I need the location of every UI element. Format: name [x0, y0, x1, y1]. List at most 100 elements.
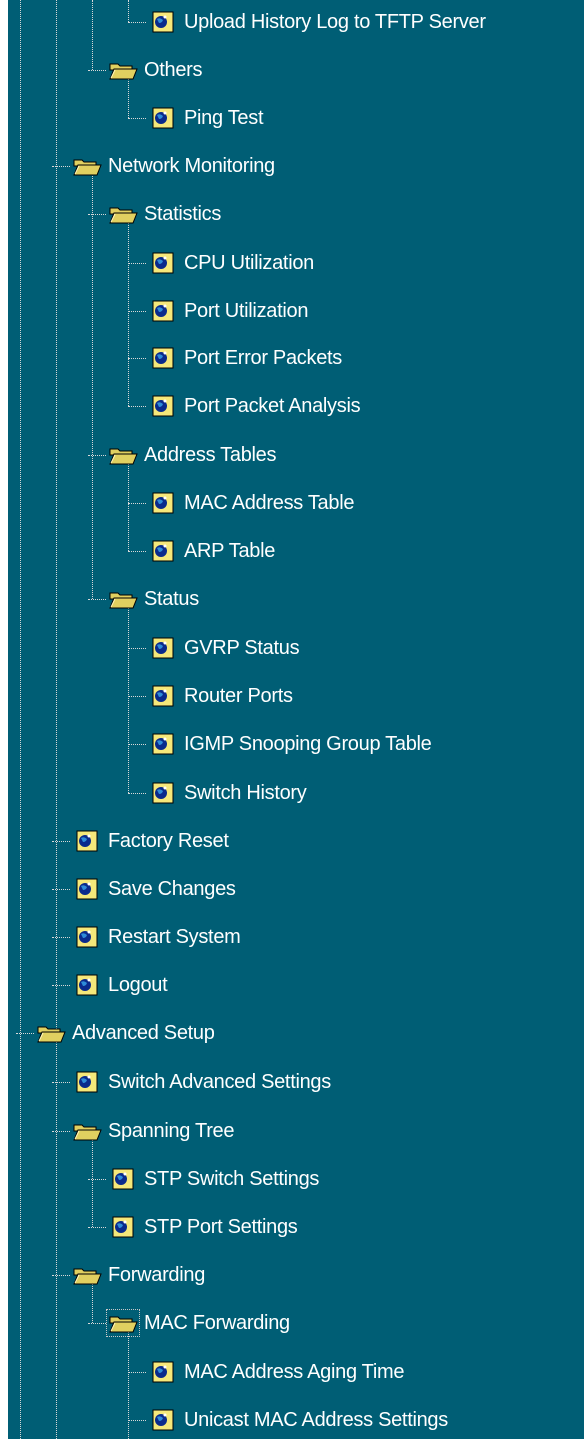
globe-page-icon	[72, 925, 102, 949]
tree-connector-horizontal	[52, 985, 70, 986]
globe-page-icon	[108, 1215, 138, 1239]
globe-page-icon	[148, 251, 178, 275]
tree-node-mac-forwarding[interactable]: MAC Forwarding	[106, 1306, 290, 1340]
tree-connector-horizontal	[128, 744, 146, 745]
tree-node-label: Status	[144, 588, 199, 610]
tree-node-restart-system[interactable]: Restart System	[72, 920, 241, 954]
tree-connector-vertical	[128, 214, 129, 406]
tree-connector-horizontal	[88, 1179, 106, 1180]
tree-connector-horizontal	[128, 1372, 146, 1373]
tree-node-label: Save Changes	[108, 878, 236, 900]
globe-page-icon	[148, 1360, 178, 1384]
tree-connector-vertical	[128, 0, 129, 22]
open-folder-icon	[108, 202, 138, 226]
tree-node-switch-advanced-settings[interactable]: Switch Advanced Settings	[72, 1065, 331, 1099]
tree-node-label: Port Error Packets	[184, 347, 342, 369]
globe-page-icon	[148, 732, 178, 756]
tree-node-unicast-mac-address-settings[interactable]: Unicast MAC Address Settings	[148, 1403, 448, 1437]
tree-node-label: Address Tables	[144, 444, 277, 466]
tree-node-label: GVRP Status	[184, 637, 300, 659]
globe-page-icon	[148, 10, 178, 34]
open-folder-icon	[36, 1021, 66, 1045]
tree-node-label: STP Port Settings	[144, 1216, 298, 1238]
tree-connector-horizontal	[88, 1227, 106, 1228]
globe-page-icon	[72, 877, 102, 901]
tree-node-network-monitoring[interactable]: Network Monitoring	[72, 149, 275, 183]
tree-node-label: Restart System	[108, 926, 241, 948]
tree-connector-horizontal	[52, 1131, 70, 1132]
tree-node-label: Ping Test	[184, 107, 264, 129]
tree-connector-horizontal	[16, 1033, 34, 1034]
tree-node-mac-address-aging-time[interactable]: MAC Address Aging Time	[148, 1355, 404, 1389]
tree-node-label: Advanced Setup	[72, 1022, 215, 1044]
tree-node-status[interactable]: Status	[108, 582, 199, 616]
tree-connector-vertical	[128, 1323, 129, 1439]
tree-connector-horizontal	[128, 358, 146, 359]
tree-connector-horizontal	[52, 166, 70, 167]
globe-page-icon	[148, 1408, 178, 1432]
tree-node-advanced-setup[interactable]: Advanced Setup	[36, 1016, 215, 1050]
tree-connector-horizontal	[88, 70, 106, 71]
tree-connector-horizontal	[88, 214, 106, 215]
tree-connector-vertical	[92, 166, 93, 599]
tree-node-label: CPU Utilization	[184, 252, 314, 274]
tree-connector-horizontal	[128, 696, 146, 697]
tree-node-label: Spanning Tree	[108, 1120, 235, 1142]
tree-connector-vertical	[92, 0, 93, 70]
tree-node-label: Statistics	[144, 203, 222, 225]
tree-node-stp-switch-settings[interactable]: STP Switch Settings	[108, 1162, 319, 1196]
open-folder-icon	[108, 587, 138, 611]
open-folder-icon	[72, 154, 102, 178]
tree-connector-horizontal	[52, 889, 70, 890]
tree-node-label: MAC Address Table	[184, 492, 355, 514]
tree-node-cpu-utilization[interactable]: CPU Utilization	[148, 246, 314, 280]
tree-node-ping-test[interactable]: Ping Test	[148, 101, 264, 135]
tree-node-others[interactable]: Others	[108, 53, 203, 87]
tree-node-mac-address-table[interactable]: MAC Address Table	[148, 486, 354, 520]
globe-page-icon	[148, 684, 178, 708]
tree-node-statistics[interactable]: Statistics	[108, 197, 221, 231]
tree-connector-horizontal	[128, 1420, 146, 1421]
tree-node-address-tables[interactable]: Address Tables	[108, 438, 276, 472]
globe-page-icon	[148, 491, 178, 515]
tree-node-factory-reset[interactable]: Factory Reset	[72, 824, 229, 858]
tree-connector-horizontal	[128, 648, 146, 649]
tree-node-logout[interactable]: Logout	[72, 968, 168, 1002]
globe-page-icon	[148, 636, 178, 660]
open-folder-icon	[106, 1309, 140, 1337]
tree-connector-vertical	[56, 1033, 57, 1439]
tree-node-port-utilization[interactable]: Port Utilization	[148, 294, 308, 328]
tree-node-label: MAC Forwarding	[144, 1312, 290, 1334]
tree-node-label: Factory Reset	[108, 830, 229, 852]
tree-node-arp-table[interactable]: ARP Table	[148, 534, 275, 568]
open-folder-icon	[108, 58, 138, 82]
tree-node-label: Router Ports	[184, 685, 293, 707]
tree-node-port-packet-analysis[interactable]: Port Packet Analysis	[148, 389, 361, 423]
tree-node-router-ports[interactable]: Router Ports	[148, 679, 293, 713]
tree-node-port-error-packets[interactable]: Port Error Packets	[148, 341, 342, 375]
tree-node-forwarding[interactable]: Forwarding	[72, 1258, 205, 1292]
tree-connector-horizontal	[128, 311, 146, 312]
tree-node-gvrp-status[interactable]: GVRP Status	[148, 631, 300, 665]
tree-node-label: MAC Address Aging Time	[184, 1361, 405, 1383]
tree-connector-vertical	[20, 0, 21, 1439]
tree-connector-vertical	[56, 0, 57, 1033]
tree-node-label: IGMP Snooping Group Table	[184, 733, 432, 755]
tree-node-label: ARP Table	[184, 540, 276, 562]
tree-connector-horizontal	[128, 503, 146, 504]
globe-page-icon	[148, 394, 178, 418]
tree-node-igmp-snooping-group-table[interactable]: IGMP Snooping Group Table	[148, 727, 432, 761]
tree-connector-horizontal	[128, 118, 146, 119]
tree-connector-horizontal	[88, 1323, 106, 1324]
tree-connector-horizontal	[52, 937, 70, 938]
tree-node-stp-port-settings[interactable]: STP Port Settings	[108, 1210, 298, 1244]
open-folder-icon	[108, 443, 138, 467]
tree-node-spanning-tree[interactable]: Spanning Tree	[72, 1114, 235, 1148]
tree-node-label: STP Switch Settings	[144, 1168, 320, 1190]
tree-node-label: Upload History Log to TFTP Server	[184, 11, 486, 33]
tree-node-save-changes[interactable]: Save Changes	[72, 872, 236, 906]
tree-node-upload-history-log[interactable]: Upload History Log to TFTP Server	[148, 5, 486, 39]
tree-connector-horizontal	[128, 263, 146, 264]
globe-page-icon	[72, 973, 102, 997]
tree-node-switch-history[interactable]: Switch History	[148, 776, 307, 810]
